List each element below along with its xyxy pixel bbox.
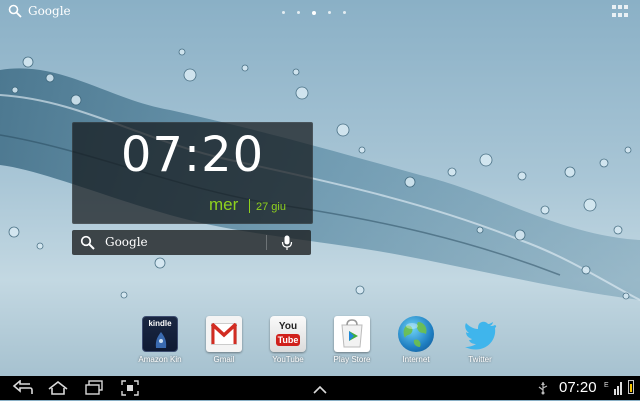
home-app-shortcuts: kindle Amazon Kin Gmail You Tube YouTube… [0,316,640,370]
app-label: Internet [402,355,430,364]
back-icon[interactable] [12,379,34,401]
page-dot [297,11,300,14]
signal-icon: E [604,380,624,401]
gmail-icon [206,316,242,352]
play-store-icon [334,316,370,352]
usb-icon [536,381,550,400]
app-label: YouTube [272,355,304,364]
search-icon [8,4,22,18]
top-google-search[interactable]: Google [8,4,71,18]
twitter-bird-icon [462,316,498,352]
screenshot-icon[interactable] [121,380,139,401]
app-label: Gmail [213,355,235,364]
app-amazon-kindle[interactable]: kindle Amazon Kin [132,316,188,364]
page-dot [343,11,346,14]
app-label: Play Store [333,355,371,364]
microphone-icon[interactable] [281,235,293,256]
battery-icon [628,380,634,394]
home-icon[interactable] [47,380,69,401]
clock-day: mer [209,195,239,214]
chevron-up-icon[interactable] [312,382,328,400]
clock-widget[interactable]: 07:20 mer 27 giu [72,122,313,224]
page-dot [328,11,331,14]
svg-text:E: E [604,382,609,389]
app-label: Twitter [468,355,492,364]
recent-apps-icon[interactable] [84,380,104,401]
kindle-icon: kindle [142,316,178,352]
search-widget-divider [266,235,267,250]
system-navigation-bar: 07:20 E [0,376,640,400]
app-label: Amazon Kin [138,355,182,364]
app-youtube[interactable]: You Tube YouTube [260,316,316,364]
app-twitter[interactable]: Twitter [452,316,508,364]
app-play-store[interactable]: Play Store [324,316,380,364]
search-widget-label: Google [105,235,148,249]
home-page-indicator [282,10,346,15]
app-gmail[interactable]: Gmail [196,316,252,364]
status-bar-time: 07:20 [559,379,597,396]
globe-icon [398,316,434,352]
app-internet[interactable]: Internet [388,316,444,364]
page-dot-active [312,10,316,15]
clock-time: 07:20 [120,127,265,183]
apps-grid-icon[interactable] [612,5,628,19]
top-search-label: Google [28,4,71,18]
page-dot [282,11,285,14]
clock-date: 27 giu [256,201,286,213]
search-icon [80,235,95,255]
google-search-widget[interactable]: Google [72,230,311,255]
youtube-icon: You Tube [270,316,306,352]
clock-divider [249,199,250,213]
